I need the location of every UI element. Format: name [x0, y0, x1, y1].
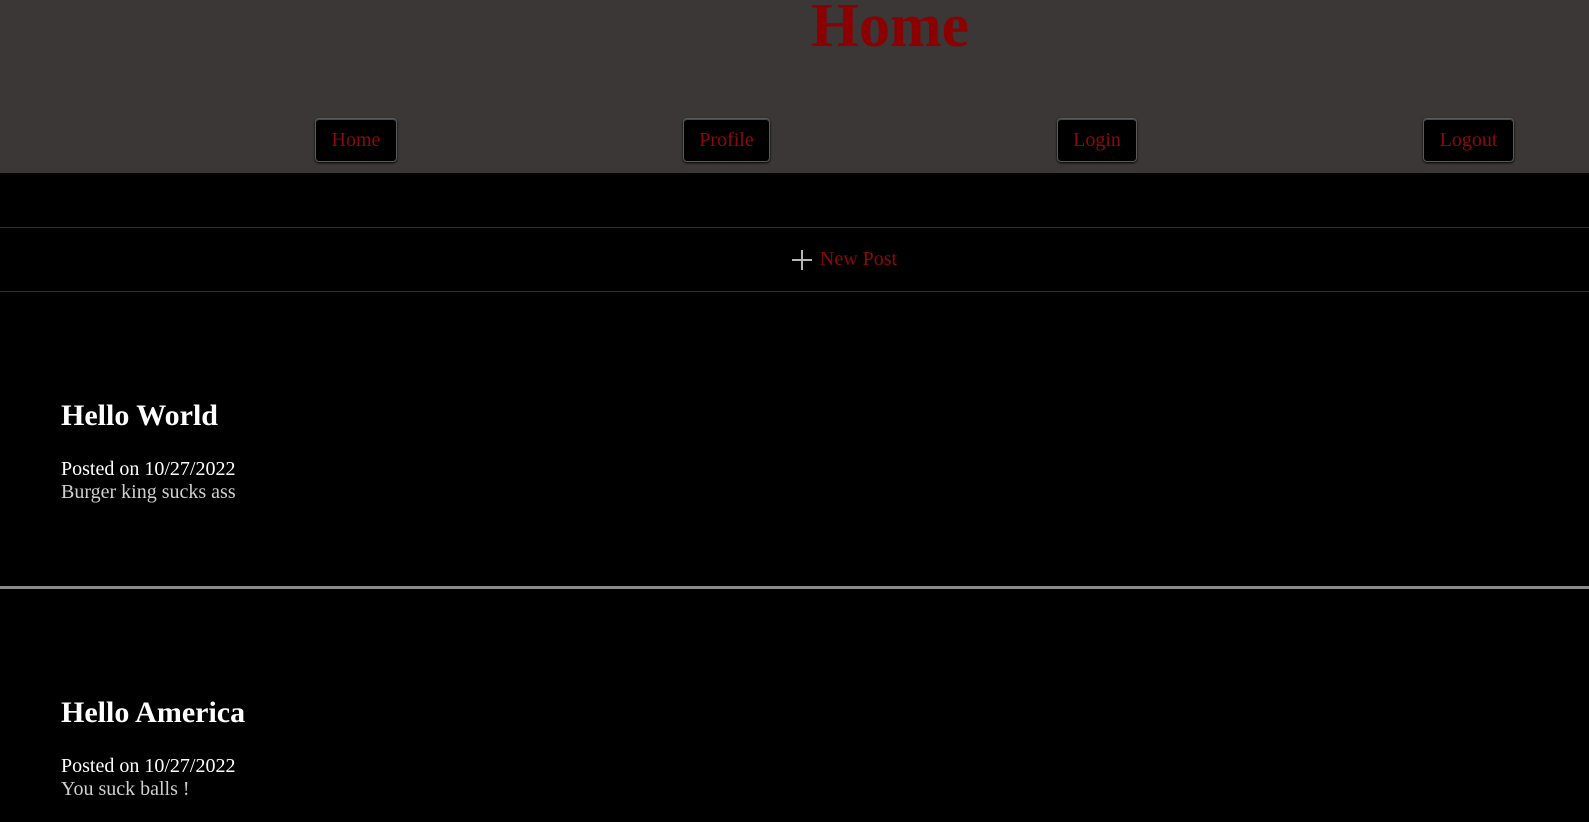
- post-body: Burger king sucks ass: [61, 481, 236, 503]
- post-title: Hello World: [61, 399, 218, 432]
- post-item: Hello America Posted on 10/27/2022 You s…: [61, 695, 1461, 801]
- post-divider: [0, 586, 1589, 589]
- post-date: Posted on 10/27/2022: [61, 755, 236, 777]
- post-title: Hello America: [61, 696, 246, 729]
- new-post-bar: New Post: [0, 227, 1589, 292]
- post-item: Hello World Posted on 10/27/2022 Burger …: [61, 398, 1461, 504]
- nav-profile-button[interactable]: Profile: [683, 118, 770, 162]
- new-post-link[interactable]: New Post: [791, 248, 898, 271]
- nav-home-button[interactable]: Home: [315, 118, 397, 162]
- post-date: Posted on 10/27/2022: [61, 458, 236, 480]
- page-title: Home: [810, 0, 970, 60]
- nav-logout-button[interactable]: Logout: [1423, 118, 1514, 162]
- plus-icon: [791, 249, 812, 270]
- post-body: You suck balls !: [61, 778, 190, 800]
- nav-login-button[interactable]: Login: [1057, 118, 1137, 162]
- new-post-label: New Post: [819, 248, 898, 270]
- header: Home Home Profile Login Logout: [0, 0, 1589, 173]
